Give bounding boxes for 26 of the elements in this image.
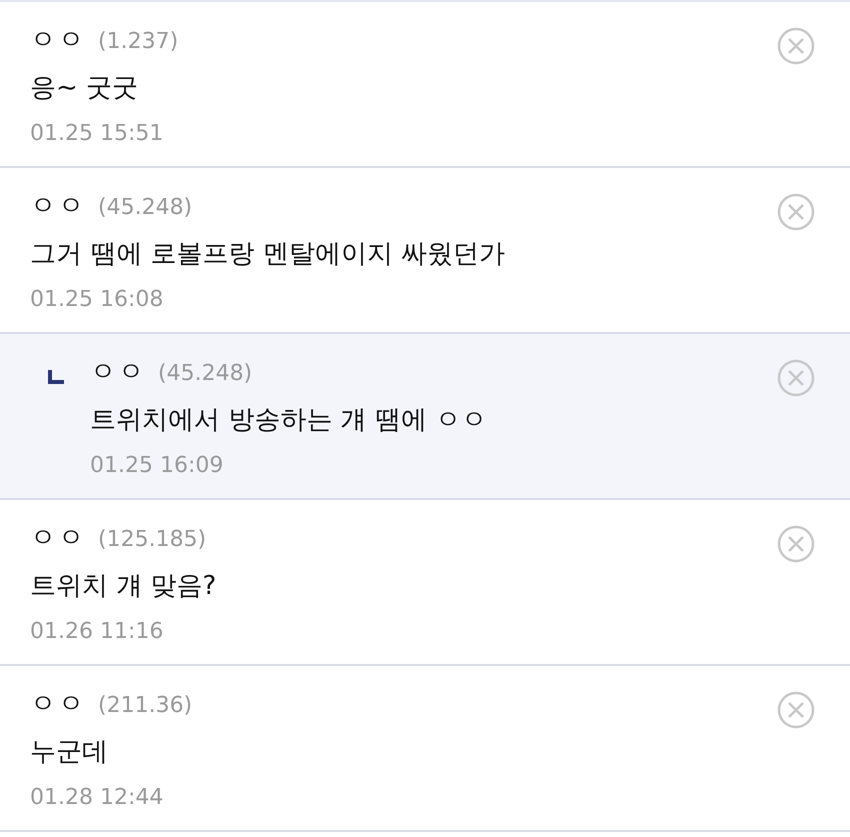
comment-text: 트위치에서 방송하는 걔 땜에 ㅇㅇ bbox=[90, 404, 488, 437]
ip-address: (45.248) bbox=[98, 195, 192, 220]
nickname: ㅇㅇ bbox=[30, 522, 86, 555]
comment-text: 누군데 bbox=[30, 736, 109, 769]
ip-address: (125.185) bbox=[98, 527, 206, 552]
nickname: ㅇㅇ bbox=[30, 688, 86, 721]
comment-date: 01.25 16:09 bbox=[90, 452, 224, 480]
comment-date: 01.25 15:51 bbox=[30, 120, 164, 148]
nickname: ㅇㅇ bbox=[90, 356, 146, 389]
delete-icon[interactable] bbox=[777, 359, 815, 397]
nickname: ㅇㅇ bbox=[30, 190, 86, 223]
nickname: ㅇㅇ bbox=[30, 24, 86, 57]
ip-address: (211.36) bbox=[98, 693, 192, 718]
delete-icon[interactable] bbox=[777, 525, 815, 563]
comment-text: 응~ 굿굿 bbox=[30, 72, 140, 105]
comment-text: 트위치 걔 맞음? bbox=[30, 570, 218, 603]
delete-icon[interactable] bbox=[777, 691, 815, 729]
ip-address: (1.237) bbox=[98, 29, 178, 54]
comment-date: 01.28 12:44 bbox=[30, 784, 164, 812]
comment-text: 그거 땜에 로볼프랑 멘탈에이지 싸웠던가 bbox=[30, 238, 506, 271]
delete-icon[interactable] bbox=[777, 27, 815, 65]
delete-icon[interactable] bbox=[777, 193, 815, 231]
comment-date: 01.26 11:16 bbox=[30, 618, 164, 646]
comment-date: 01.25 16:08 bbox=[30, 286, 164, 314]
ip-address: (45.248) bbox=[158, 361, 252, 386]
reply-marker-icon bbox=[48, 370, 64, 384]
